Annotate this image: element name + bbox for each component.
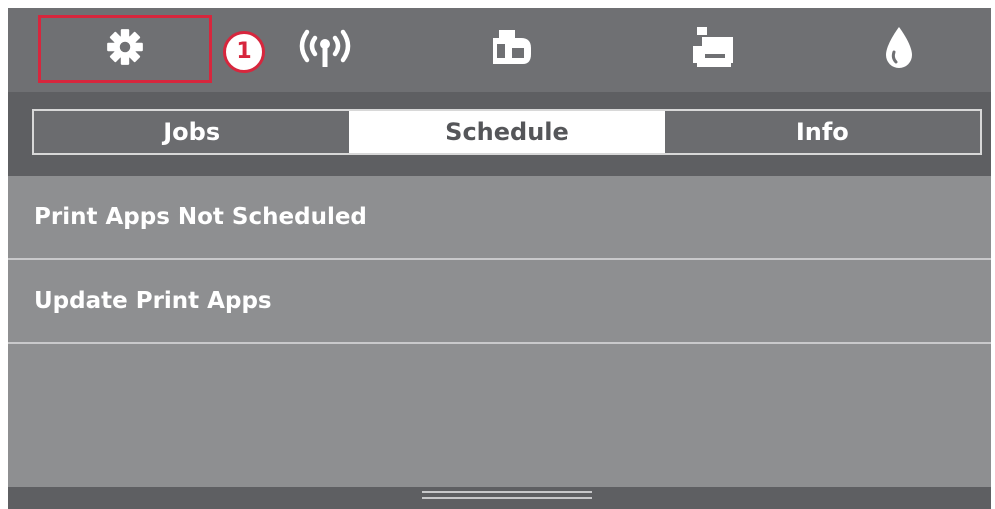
ink-levels-button[interactable] [854, 8, 944, 92]
list-item-update-print-apps[interactable]: Update Print Apps [8, 260, 991, 344]
web-services-icon [489, 24, 533, 76]
top-toolbar: 1 [8, 8, 991, 92]
web-services-button[interactable] [466, 8, 556, 92]
drawer-handle-line[interactable] [422, 491, 592, 493]
tab-bar: Jobs Schedule Info [32, 109, 982, 155]
bottom-bar [8, 487, 991, 509]
wireless-button[interactable] [280, 8, 370, 92]
list-item-print-apps-not-scheduled[interactable]: Print Apps Not Scheduled [8, 176, 991, 260]
callout-badge: 1 [223, 31, 265, 73]
tab-schedule[interactable]: Schedule [349, 111, 665, 153]
printer-control-panel: 1 Jobs Schedule Info Print Apps Not Sche… [8, 8, 991, 509]
tab-info[interactable]: Info [664, 111, 980, 153]
printer-icon [689, 25, 737, 75]
tabs-area: Jobs Schedule Info [8, 92, 991, 176]
list-item-label: Update Print Apps [34, 288, 272, 314]
settings-button[interactable] [38, 15, 212, 83]
wireless-icon [294, 25, 356, 75]
list-item-label: Print Apps Not Scheduled [34, 204, 367, 230]
tab-jobs[interactable]: Jobs [34, 111, 350, 153]
printer-button[interactable] [668, 8, 758, 92]
schedule-list: Print Apps Not Scheduled Update Print Ap… [8, 176, 991, 344]
ink-drop-icon [882, 24, 916, 76]
drawer-handle-line[interactable] [422, 497, 592, 499]
gear-icon [104, 26, 146, 72]
